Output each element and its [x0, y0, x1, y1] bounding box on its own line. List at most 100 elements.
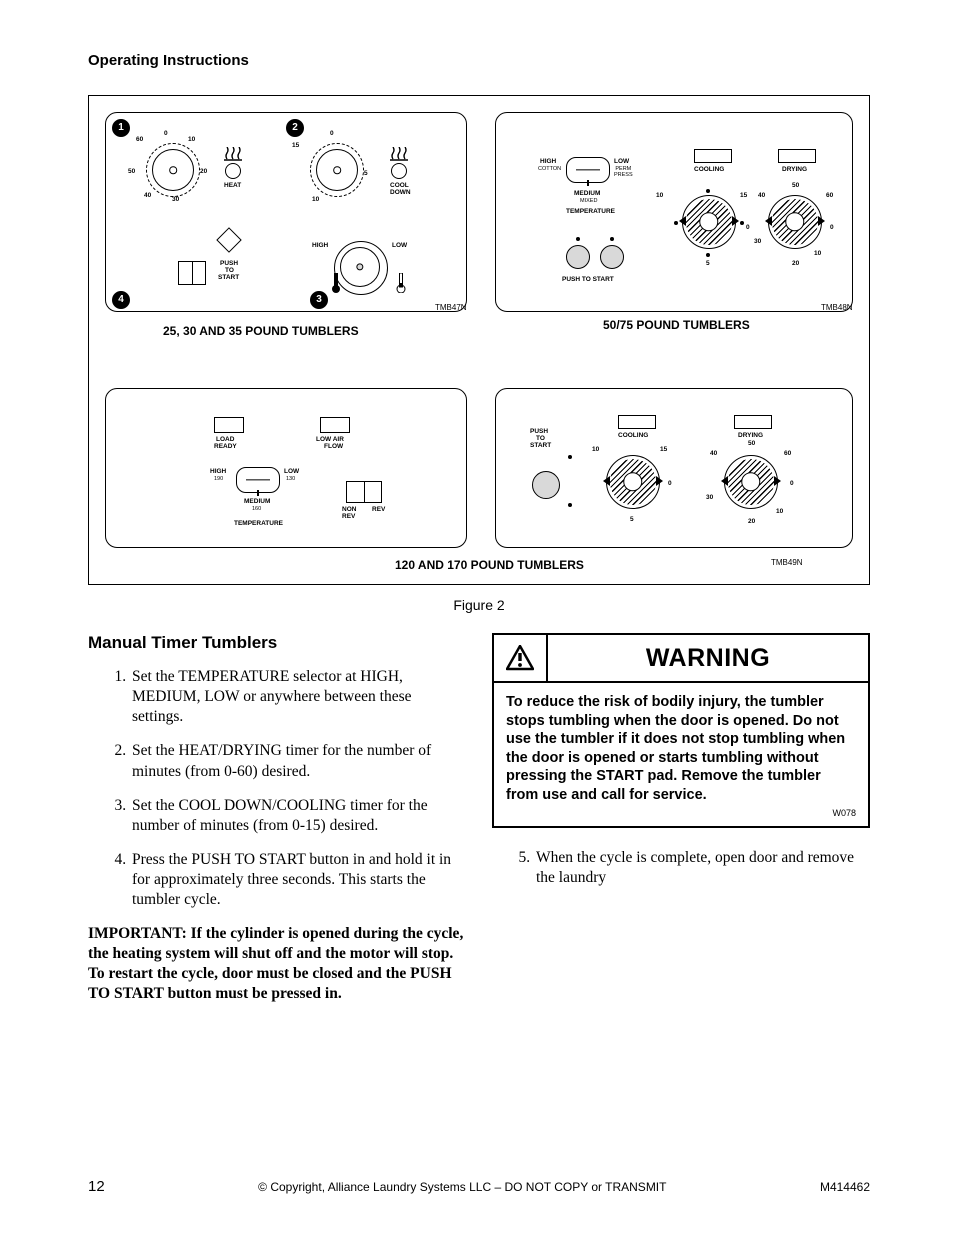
bl-lowair-l2: FLOW: [324, 444, 343, 451]
panel-50-75: HIGH COTTON LOW PERM PRESS MEDIUM MIXED …: [495, 112, 853, 312]
tr-cool0: 0: [746, 225, 750, 232]
temp-switch[interactable]: [566, 157, 610, 183]
page-number: 12: [88, 1178, 105, 1195]
cooling-indicator: [694, 149, 732, 163]
tr-dry0: 0: [830, 225, 834, 232]
heat-60: 60: [136, 137, 143, 144]
callout-3: 3: [310, 291, 328, 309]
tr-dry60: 60: [826, 193, 833, 200]
arrow-left-icon-2: [765, 216, 772, 226]
cooldown-dial[interactable]: [316, 149, 358, 191]
tr-push: PUSH TO START: [562, 277, 614, 284]
start-button-2[interactable]: [600, 245, 624, 269]
dot2: [610, 237, 614, 241]
arrow-right-icon: [732, 216, 739, 226]
section-title: Manual Timer Tumblers: [88, 633, 466, 653]
br-dry50: 50: [748, 441, 755, 448]
heat-dial[interactable]: [152, 149, 194, 191]
br-cool10: 10: [592, 447, 599, 454]
warning-code: W078: [506, 808, 856, 820]
heat-waves-icon: [224, 147, 242, 161]
rev-switch[interactable]: [346, 481, 382, 503]
temp-low: LOW: [392, 243, 407, 250]
cool-0: 0: [330, 131, 334, 138]
tr-temp-label: TEMPERATURE: [566, 209, 615, 216]
warning-box: WARNING To reduce the risk of bodily inj…: [492, 633, 870, 828]
figure-caption: Figure 2: [88, 597, 870, 613]
tr-high: HIGH: [540, 159, 556, 166]
start-indicator[interactable]: [178, 261, 206, 285]
br-dot2: [568, 503, 572, 507]
br-arrow-right-icon: [656, 476, 663, 486]
thermometer-high-icon: [331, 273, 341, 293]
tr-cool5: 5: [706, 261, 710, 268]
br-start-button[interactable]: [532, 471, 560, 499]
right-column: WARNING To reduce the risk of bodily inj…: [492, 633, 870, 1004]
heat-label: HEAT: [224, 183, 241, 190]
bl-low-sub: 130: [286, 477, 295, 483]
br-arrow-left-icon-2: [721, 476, 728, 486]
step-1: Set the TEMPERATURE selector at HIGH, ME…: [130, 667, 466, 727]
heat-30: 30: [172, 197, 179, 204]
arrow-icon: [216, 227, 241, 252]
push-l3: START: [218, 275, 239, 282]
panel-tr-caption: 50/75 POUND TUMBLERS: [603, 318, 750, 332]
br-drying-dial[interactable]: [724, 455, 778, 509]
warning-body: To reduce the risk of bodily injury, the…: [494, 683, 868, 826]
drying-dial[interactable]: [768, 195, 822, 249]
page: Operating Instructions 1 2 3 4 0 10 20 3…: [0, 0, 954, 1235]
step-5: When the cycle is complete, open door an…: [534, 848, 870, 888]
warning-title: WARNING: [548, 635, 868, 681]
bl-rev: REV: [372, 507, 385, 514]
br-dry10: 10: [776, 509, 783, 516]
cool-10: 10: [312, 197, 319, 204]
tr-dry10: 10: [814, 251, 821, 258]
br-drying-indicator: [734, 415, 772, 429]
arrow-left-icon: [679, 216, 686, 226]
temp-switch-bl[interactable]: [236, 467, 280, 493]
arrow-right-icon-2: [818, 216, 825, 226]
tr-cool15: 15: [740, 193, 747, 200]
temp-high: HIGH: [312, 243, 328, 250]
partcode-br: TMB49N: [771, 558, 803, 567]
start-button-1[interactable]: [566, 245, 590, 269]
cool-tick3: [706, 253, 710, 257]
br-cooling-dial[interactable]: [606, 455, 660, 509]
br-cooling-indicator: [618, 415, 656, 429]
bl-temp-label: TEMPERATURE: [234, 521, 283, 528]
callout-1: 1: [112, 119, 130, 137]
br-dry60: 60: [784, 451, 791, 458]
tr-medium-sub: MIXED: [580, 199, 597, 205]
panel-tl-caption: 25, 30 AND 35 POUND TUMBLERS: [163, 324, 359, 338]
partcode-tr: TMB48N: [821, 303, 853, 312]
panel-bottom-caption: 120 AND 170 POUND TUMBLERS: [395, 558, 584, 572]
tr-dry20: 20: [792, 261, 799, 268]
br-cool5: 5: [630, 517, 634, 524]
bl-high: HIGH: [210, 469, 226, 476]
step-4: Press the PUSH TO START button in and ho…: [130, 850, 466, 910]
tr-dry50: 50: [792, 183, 799, 190]
heat-target-icon: [225, 163, 241, 179]
bl-low: LOW: [284, 469, 299, 476]
cool-target-icon: [391, 163, 407, 179]
br-drying: DRYING: [738, 433, 763, 440]
tr-dry30: 30: [754, 239, 761, 246]
tr-medium: MEDIUM: [574, 191, 600, 198]
bl-medium-sub: 160: [252, 507, 261, 513]
br-dry40: 40: [710, 451, 717, 458]
cooling-dial[interactable]: [682, 195, 736, 249]
important-note: IMPORTANT: If the cylinder is opened dur…: [88, 924, 466, 1003]
panel-120-170-a: LOAD READY LOW AIR FLOW HIGH 190 LOW 130…: [105, 388, 467, 548]
cool-tick4: [674, 221, 678, 225]
cool-tick2: [740, 221, 744, 225]
tr-low-sub: PERM PRESS: [614, 167, 633, 178]
step-3: Set the COOL DOWN/COOLING timer for the …: [130, 796, 466, 836]
cool-15: 15: [292, 143, 299, 150]
warning-icon: [494, 635, 548, 681]
page-footer: 12 © Copyright, Alliance Laundry Systems…: [88, 1178, 870, 1195]
low-air-indicator: [320, 417, 350, 433]
heat-20: 20: [200, 169, 207, 176]
tr-cool10: 10: [656, 193, 663, 200]
tr-high-sub: COTTON: [538, 167, 561, 173]
page-header: Operating Instructions: [88, 52, 870, 69]
